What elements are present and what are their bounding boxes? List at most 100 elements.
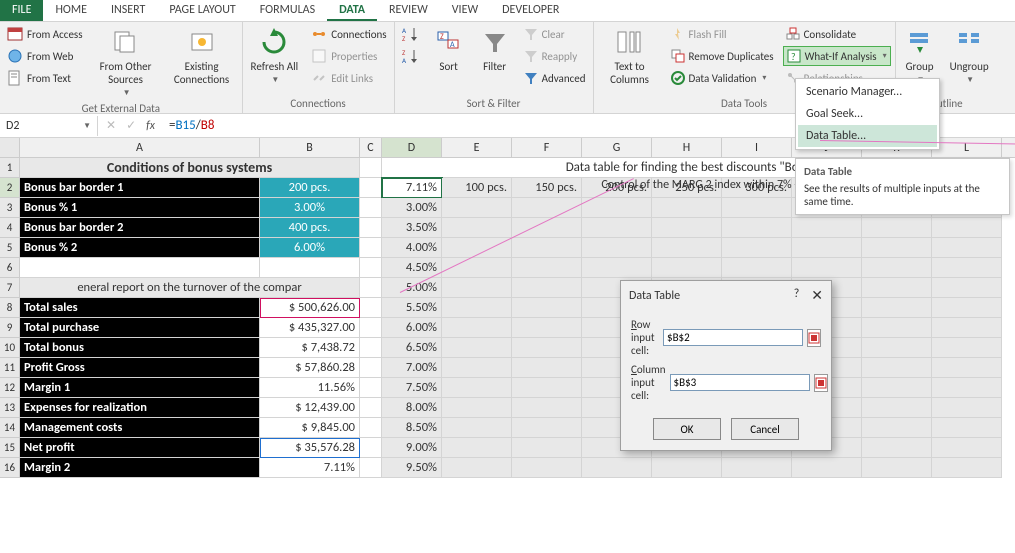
row-header-12[interactable]: 12 [0, 378, 20, 398]
cell[interactable] [512, 218, 582, 238]
cell[interactable]: 6.00% [260, 238, 360, 258]
cell[interactable] [862, 238, 932, 258]
advanced-button[interactable]: Advanced [521, 68, 589, 88]
cell[interactable]: 7.50% [382, 378, 442, 398]
cancel-icon[interactable]: ✕ [106, 118, 116, 133]
cell[interactable] [442, 218, 512, 238]
cell[interactable]: $ 7,438.72 [260, 338, 360, 358]
cell[interactable] [792, 218, 862, 238]
cell[interactable]: 7.11% [260, 458, 360, 478]
cell[interactable] [862, 318, 932, 338]
cell[interactable]: 400 pcs. [260, 218, 360, 238]
row-input-cell[interactable] [663, 329, 803, 346]
tab-developer[interactable]: DEVELOPER [490, 0, 571, 21]
tab-review[interactable]: REVIEW [377, 0, 440, 21]
cell[interactable] [442, 378, 512, 398]
cell[interactable]: Net profit [20, 438, 260, 458]
cell[interactable] [652, 218, 722, 238]
cancel-button[interactable]: Cancel [731, 418, 799, 440]
row-header-15[interactable]: 15 [0, 438, 20, 458]
filter-button[interactable]: Filter [475, 24, 515, 75]
cell[interactable] [932, 358, 1002, 378]
cell[interactable] [360, 398, 382, 418]
conditions-title[interactable]: Conditions of bonus systems [20, 158, 360, 178]
cell[interactable] [932, 298, 1002, 318]
cell[interactable] [792, 238, 862, 258]
cell[interactable] [20, 258, 260, 278]
tab-formulas[interactable]: FORMULAS [248, 0, 327, 21]
from-text-button[interactable]: From Text [4, 68, 86, 88]
cell[interactable] [652, 458, 722, 478]
cell[interactable]: Bonus % 2 [20, 238, 260, 258]
cell[interactable] [932, 278, 1002, 298]
cell[interactable] [512, 278, 582, 298]
dialog-close-icon[interactable]: ✕ [811, 287, 823, 304]
cell[interactable]: 6.00% [382, 318, 442, 338]
what-if-analysis-button[interactable]: ?What-If Analysis▾ [783, 46, 891, 66]
cell[interactable] [360, 318, 382, 338]
row-header-9[interactable]: 9 [0, 318, 20, 338]
ok-button[interactable]: OK [653, 418, 721, 440]
cell[interactable] [512, 238, 582, 258]
col-header-B[interactable]: B [260, 138, 360, 157]
cell[interactable] [862, 278, 932, 298]
cell[interactable] [442, 198, 512, 218]
row-header-13[interactable]: 13 [0, 398, 20, 418]
cell[interactable] [652, 238, 722, 258]
col-header-F[interactable]: F [512, 138, 582, 157]
tab-file[interactable]: FILE [0, 0, 43, 21]
cell[interactable] [360, 178, 382, 198]
cell[interactable] [442, 398, 512, 418]
cell[interactable]: 7.00% [382, 358, 442, 378]
cell[interactable]: 3.00% [382, 198, 442, 218]
cell[interactable] [582, 218, 652, 238]
cell[interactable]: 6.50% [382, 338, 442, 358]
col-input-cell[interactable] [670, 374, 810, 391]
select-all-corner[interactable] [0, 138, 20, 157]
cell[interactable] [932, 238, 1002, 258]
remove-duplicates-button[interactable]: Remove Duplicates [668, 46, 777, 66]
cell[interactable]: $ 435,327.00 [260, 318, 360, 338]
col-header-G[interactable]: G [582, 138, 652, 157]
cell[interactable] [360, 418, 382, 438]
tab-view[interactable]: VIEW [440, 0, 490, 21]
cell[interactable] [932, 438, 1002, 458]
cell[interactable]: 5.50% [382, 298, 442, 318]
cell[interactable] [862, 398, 932, 418]
row-header-14[interactable]: 14 [0, 418, 20, 438]
cell[interactable]: $ 9,845.00 [260, 418, 360, 438]
row-header-16[interactable]: 16 [0, 458, 20, 478]
cell[interactable] [932, 378, 1002, 398]
cell[interactable] [360, 338, 382, 358]
cell[interactable] [360, 218, 382, 238]
row-header-7[interactable]: 7 [0, 278, 20, 298]
cell[interactable] [722, 218, 792, 238]
cell[interactable] [862, 218, 932, 238]
existing-connections-button[interactable]: Existing Connections [166, 24, 238, 88]
cell[interactable] [360, 358, 382, 378]
row-header-4[interactable]: 4 [0, 218, 20, 238]
cell[interactable]: 4.00% [382, 238, 442, 258]
cell[interactable] [512, 378, 582, 398]
cell[interactable] [442, 338, 512, 358]
cell[interactable] [442, 298, 512, 318]
cell[interactable]: Total sales [20, 298, 260, 318]
cell[interactable] [512, 258, 582, 278]
cell[interactable] [932, 398, 1002, 418]
cell[interactable] [582, 198, 652, 218]
name-box[interactable]: D2▼ [0, 116, 98, 136]
report-title[interactable]: eneral report on the turnover of the com… [20, 278, 360, 298]
cell[interactable] [442, 458, 512, 478]
cell[interactable]: 9.00% [382, 438, 442, 458]
cell[interactable]: Total bonus [20, 338, 260, 358]
col-header-H[interactable]: H [652, 138, 722, 157]
col-header-L[interactable]: L [932, 138, 1002, 157]
cell[interactable] [582, 458, 652, 478]
tab-home[interactable]: HOME [43, 0, 99, 21]
cell[interactable] [512, 198, 582, 218]
cell[interactable] [360, 438, 382, 458]
cell[interactable]: 5.00% [382, 278, 442, 298]
row-ref-picker-icon[interactable] [807, 329, 821, 347]
cell[interactable] [722, 258, 792, 278]
cell[interactable] [442, 418, 512, 438]
